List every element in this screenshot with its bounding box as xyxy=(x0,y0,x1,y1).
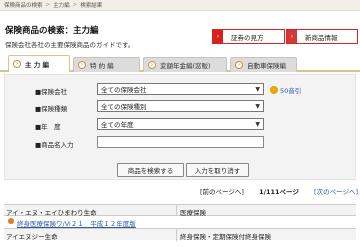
chevron-right-icon: › xyxy=(13,60,21,68)
tab-label: 自動車保険編 xyxy=(247,62,286,70)
arrow-right-icon: › xyxy=(213,30,223,43)
company-label: ■保険会社 xyxy=(35,88,68,96)
company-name: アイエヌジー生命 xyxy=(6,233,58,241)
year-label: ■年 度 xyxy=(35,123,61,131)
type-row: ■保険種類 全ての保険種別 ▼ xyxy=(5,97,357,115)
page-title: 保険商品の検索：主力編 xyxy=(5,26,99,36)
breadcrumb-item[interactable]: 保険商品の検索 xyxy=(4,1,43,9)
product-name-row: ■商品名入力 xyxy=(5,133,357,151)
product-link[interactable]: 終身医療保険ワ/Vi２１ 平成１２年度版 xyxy=(17,218,136,228)
company-header-row: アイ・エヌ・エイひまわり生命 医療保険 xyxy=(4,204,356,217)
company-row: ■保険会社 全ての保険会社 ▼ › 50音引 xyxy=(5,80,357,98)
tab-label: 特 約 編 xyxy=(90,62,114,70)
product-name-input[interactable] xyxy=(97,136,264,148)
company-header-row: アイエヌジー生命 終身保険・定期保険付終身保険 xyxy=(4,228,356,241)
search-button[interactable]: 商品を検索する xyxy=(117,163,184,177)
new-products-button[interactable]: › 新商品情報 xyxy=(286,29,358,44)
chevron-down-icon: ▼ xyxy=(255,103,260,110)
company-select[interactable]: 全ての保険会社 ▼ xyxy=(97,83,264,95)
guide-button-label: 証券の見方 xyxy=(231,33,264,42)
tab-label: 主 力 編 xyxy=(25,61,50,69)
tab-main[interactable]: › 主 力 編 xyxy=(8,55,70,72)
year-row: ■年 度 全ての年度 ▼ xyxy=(5,115,357,133)
bullet-icon xyxy=(8,218,14,224)
results-list: アイ・エヌ・エイひまわり生命 医療保険 終身医療保険ワ/Vi２１ 平成１２年度版… xyxy=(4,204,356,241)
company-select-value: 全ての保険会社 xyxy=(101,86,147,94)
chevron-down-icon: ▼ xyxy=(255,86,260,93)
tab-variable-annuity[interactable]: › 変額年金編(窓販) xyxy=(143,57,227,72)
column-divider xyxy=(176,205,177,216)
page-subtitle: 保険会社各社の主要保険商品のガイドです。 xyxy=(5,41,135,49)
search-form: ■保険会社 全ての保険会社 ▼ › 50音引 ■保険種類 全ての保険種別 ▼ ■… xyxy=(4,74,356,180)
column-divider xyxy=(176,229,177,241)
arrow-right-icon: › xyxy=(287,30,297,43)
type-select-value: 全ての保険種別 xyxy=(101,103,147,111)
prev-page-link[interactable]: [前のページへ] xyxy=(200,186,244,196)
breadcrumb-separator: > xyxy=(72,2,78,8)
chevron-right-icon: › xyxy=(235,61,243,69)
tab-auto-insurance[interactable]: › 自動車保険編 xyxy=(230,57,297,72)
category-name: 終身保険・定期保険付終身保険 xyxy=(180,233,271,241)
type-select[interactable]: 全ての保険種別 ▼ xyxy=(97,100,264,112)
year-select[interactable]: 全ての年度 ▼ xyxy=(97,118,264,130)
breadcrumb-item[interactable]: 主力編 xyxy=(53,1,70,9)
breadcrumb-separator: > xyxy=(45,2,51,8)
breadcrumb: 保険商品の検索 > 主力編 > 検索結果 xyxy=(0,0,360,11)
next-page-link[interactable]: [次のページへ] xyxy=(314,186,358,196)
chevron-right-icon: › xyxy=(270,86,278,94)
guide-button[interactable]: › 証券の見方 xyxy=(212,29,285,44)
type-label: ■保険種類 xyxy=(35,105,68,113)
pagination: [前のページへ] 1/111ページ [次のページへ] xyxy=(200,186,358,196)
gojuon-link[interactable]: › 50音引 xyxy=(270,85,301,95)
tab-label: 変額年金編(窓販) xyxy=(160,62,211,70)
tab-riders[interactable]: › 特 約 編 xyxy=(73,57,140,72)
product-name-label: ■商品名入力 xyxy=(35,141,74,149)
gojuon-link-label: 50音引 xyxy=(280,87,302,95)
new-products-button-label: 新商品情報 xyxy=(305,33,338,42)
page-indicator: 1/111ページ xyxy=(259,188,299,196)
year-select-value: 全ての年度 xyxy=(101,121,134,129)
product-item[interactable]: 終身医療保険ワ/Vi２１ 平成１２年度版 xyxy=(4,216,356,228)
chevron-right-icon: › xyxy=(148,61,156,69)
tab-bar: › 主 力 編 › 特 約 編 › 変額年金編(窓販) › 自動車保険編 xyxy=(0,54,360,72)
clear-button[interactable]: 入力を取り消す xyxy=(186,163,249,177)
chevron-down-icon: ▼ xyxy=(255,121,260,128)
page-header: 保険商品の検索：主力編 保険会社各社の主要保険商品のガイドです。 xyxy=(5,24,205,49)
breadcrumb-item: 検索結果 xyxy=(80,3,103,9)
chevron-right-icon: › xyxy=(78,61,86,69)
